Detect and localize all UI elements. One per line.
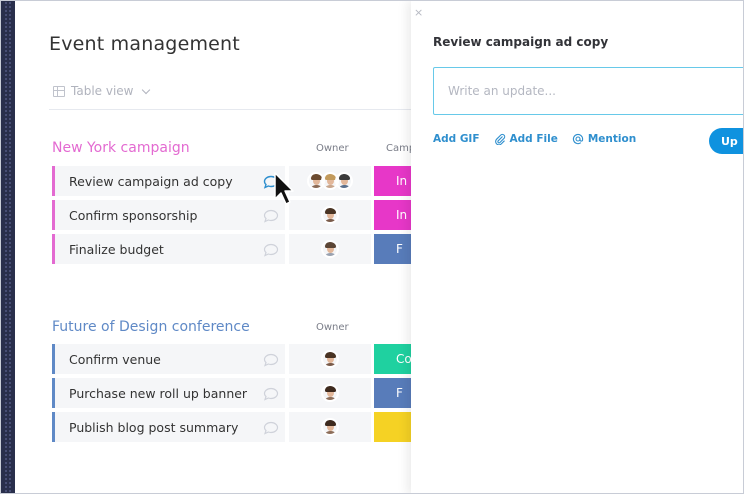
item-name[interactable]: Review campaign ad copy — [69, 174, 263, 189]
item-updates-panel: × Review campaign ad copy Add GIF Add Fi… — [411, 1, 743, 493]
avatar — [335, 172, 353, 190]
paperclip-icon — [494, 133, 505, 145]
left-sidebar-strip — [1, 1, 15, 493]
owner-cell[interactable] — [289, 412, 371, 442]
item-name[interactable]: Confirm sponsorship — [69, 208, 263, 223]
avatar — [321, 206, 339, 224]
owner-cell[interactable] — [289, 200, 371, 230]
update-bubble-icon[interactable] — [263, 208, 279, 223]
status-cell[interactable]: F — [374, 378, 411, 408]
owner-column-header: Owner — [316, 322, 349, 333]
table-row[interactable]: Finalize budget — [52, 234, 285, 264]
status-column-header: Camp — [386, 143, 411, 154]
avatar — [321, 240, 339, 258]
divider — [49, 109, 411, 110]
view-label: Table view — [71, 84, 134, 98]
status-cell[interactable] — [374, 412, 411, 442]
item-name[interactable]: Publish blog post summary — [69, 420, 263, 435]
mention-button[interactable]: Mention — [572, 133, 636, 145]
owner-cell[interactable] — [289, 166, 371, 196]
owner-cell[interactable] — [289, 344, 371, 374]
owner-cell[interactable] — [289, 234, 371, 264]
table-row[interactable]: Publish blog post summary — [52, 412, 285, 442]
avatar — [321, 384, 339, 402]
at-sign-icon — [572, 133, 583, 145]
group-title-new-york[interactable]: New York campaign — [52, 140, 190, 156]
item-name[interactable]: Confirm venue — [69, 352, 263, 367]
update-bubble-icon[interactable] — [263, 242, 279, 257]
item-name[interactable]: Purchase new roll up banner — [69, 386, 263, 401]
status-cell[interactable]: F — [374, 234, 411, 264]
table-row[interactable]: Confirm sponsorship — [52, 200, 285, 230]
group-title-future-of-design[interactable]: Future of Design conference — [52, 319, 250, 335]
owner-column-header: Owner — [316, 143, 349, 154]
table-row[interactable]: Purchase new roll up banner — [52, 378, 285, 408]
status-cell[interactable]: Co — [374, 344, 411, 374]
avatar — [321, 350, 339, 368]
update-button[interactable]: Up — [709, 128, 743, 154]
panel-title: Review campaign ad copy — [433, 35, 609, 49]
status-cell[interactable]: In — [374, 200, 411, 230]
table-icon — [53, 85, 65, 97]
update-bubble-icon[interactable] — [263, 420, 279, 435]
update-actions: Add GIF Add File Mention — [433, 133, 636, 145]
app-window: Event management Table view New York cam… — [0, 0, 744, 494]
close-icon[interactable]: × — [414, 6, 423, 19]
mouse-cursor-icon — [274, 172, 294, 205]
add-gif-button[interactable]: Add GIF — [433, 133, 480, 145]
view-selector[interactable]: Table view — [53, 84, 151, 98]
update-input[interactable] — [433, 67, 743, 115]
update-bubble-icon[interactable] — [263, 352, 279, 367]
add-file-button[interactable]: Add File — [494, 133, 558, 145]
table-row[interactable]: Review campaign ad copy — [52, 166, 285, 196]
board: Event management Table view New York cam… — [15, 1, 411, 493]
item-name[interactable]: Finalize budget — [69, 242, 263, 257]
board-title: Event management — [49, 33, 240, 55]
table-row[interactable]: Confirm venue — [52, 344, 285, 374]
owner-cell[interactable] — [289, 378, 371, 408]
avatar — [321, 418, 339, 436]
update-bubble-icon[interactable] — [263, 386, 279, 401]
chevron-down-icon — [142, 85, 151, 94]
status-cell[interactable]: In — [374, 166, 411, 196]
